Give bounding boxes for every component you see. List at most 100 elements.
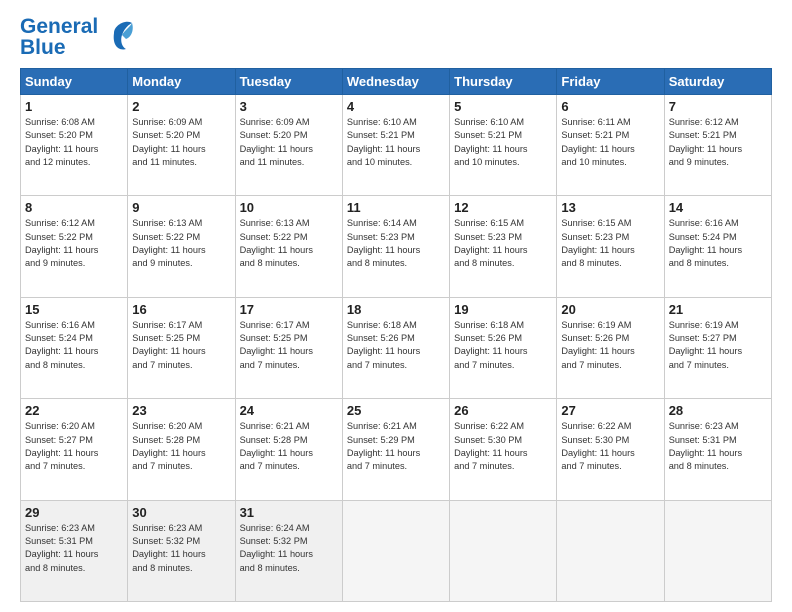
calendar-cell: 3 Sunrise: 6:09 AM Sunset: 5:20 PM Daylig… [235, 95, 342, 196]
header-monday: Monday [128, 69, 235, 95]
header-wednesday: Wednesday [342, 69, 449, 95]
calendar-cell: 17 Sunrise: 6:17 AM Sunset: 5:25 PM Dayli… [235, 297, 342, 398]
day-info: Sunrise: 6:12 AM Sunset: 5:21 PM Dayligh… [669, 116, 767, 169]
calendar-cell: 12 Sunrise: 6:15 AM Sunset: 5:23 PM Dayli… [450, 196, 557, 297]
calendar-cell: 31 Sunrise: 6:24 AM Sunset: 5:32 PM Dayli… [235, 500, 342, 601]
day-number: 11 [347, 200, 445, 215]
day-info: Sunrise: 6:10 AM Sunset: 5:21 PM Dayligh… [454, 116, 552, 169]
day-number: 7 [669, 99, 767, 114]
day-number: 31 [240, 505, 338, 520]
header: General Blue [20, 16, 772, 58]
calendar-cell: 6 Sunrise: 6:11 AM Sunset: 5:21 PM Daylig… [557, 95, 664, 196]
calendar-cell: 16Sunrise: 6:17 AM Sunset: 5:25 PM Dayli… [128, 297, 235, 398]
calendar-cell: 21 Sunrise: 6:19 AM Sunset: 5:27 PM Dayli… [664, 297, 771, 398]
day-number: 2 [132, 99, 230, 114]
calendar-cell [664, 500, 771, 601]
calendar-cell: 1 Sunrise: 6:08 AM Sunset: 5:20 PM Daylig… [21, 95, 128, 196]
calendar-cell: 4 Sunrise: 6:10 AM Sunset: 5:21 PM Daylig… [342, 95, 449, 196]
day-info: Sunrise: 6:23 AM Sunset: 5:32 PM Dayligh… [132, 522, 230, 575]
day-number: 12 [454, 200, 552, 215]
day-number: 8 [25, 200, 123, 215]
calendar: SundayMondayTuesdayWednesdayThursdayFrid… [20, 68, 772, 602]
calendar-cell: 10Sunrise: 6:13 AM Sunset: 5:22 PM Dayli… [235, 196, 342, 297]
day-number: 29 [25, 505, 123, 520]
day-number: 28 [669, 403, 767, 418]
day-info: Sunrise: 6:21 AM Sunset: 5:29 PM Dayligh… [347, 420, 445, 473]
header-sunday: Sunday [21, 69, 128, 95]
day-info: Sunrise: 6:15 AM Sunset: 5:23 PM Dayligh… [561, 217, 659, 270]
calendar-header-row: SundayMondayTuesdayWednesdayThursdayFrid… [21, 69, 772, 95]
day-number: 9 [132, 200, 230, 215]
calendar-cell: 9 Sunrise: 6:13 AM Sunset: 5:22 PM Daylig… [128, 196, 235, 297]
day-info: Sunrise: 6:15 AM Sunset: 5:23 PM Dayligh… [454, 217, 552, 270]
day-info: Sunrise: 6:23 AM Sunset: 5:31 PM Dayligh… [669, 420, 767, 473]
day-info: Sunrise: 6:22 AM Sunset: 5:30 PM Dayligh… [561, 420, 659, 473]
day-number: 23 [132, 403, 230, 418]
logo-general: General [20, 16, 98, 37]
day-number: 4 [347, 99, 445, 114]
day-number: 20 [561, 302, 659, 317]
day-info: Sunrise: 6:13 AM Sunset: 5:22 PM Dayligh… [132, 217, 230, 270]
day-number: 27 [561, 403, 659, 418]
calendar-cell: 13Sunrise: 6:15 AM Sunset: 5:23 PM Dayli… [557, 196, 664, 297]
calendar-cell [342, 500, 449, 601]
day-info: Sunrise: 6:24 AM Sunset: 5:32 PM Dayligh… [240, 522, 338, 575]
header-thursday: Thursday [450, 69, 557, 95]
logo-blue: Blue [20, 37, 98, 58]
day-number: 22 [25, 403, 123, 418]
day-info: Sunrise: 6:20 AM Sunset: 5:28 PM Dayligh… [132, 420, 230, 473]
calendar-week-4: 22Sunrise: 6:20 AM Sunset: 5:27 PM Dayli… [21, 399, 772, 500]
day-info: Sunrise: 6:19 AM Sunset: 5:27 PM Dayligh… [669, 319, 767, 372]
day-number: 21 [669, 302, 767, 317]
day-info: Sunrise: 6:17 AM Sunset: 5:25 PM Dayligh… [132, 319, 230, 372]
day-info: Sunrise: 6:09 AM Sunset: 5:20 PM Dayligh… [240, 116, 338, 169]
day-info: Sunrise: 6:12 AM Sunset: 5:22 PM Dayligh… [25, 217, 123, 270]
calendar-cell: 29 Sunrise: 6:23 AM Sunset: 5:31 PM Dayli… [21, 500, 128, 601]
calendar-cell: 26 Sunrise: 6:22 AM Sunset: 5:30 PM Dayli… [450, 399, 557, 500]
day-number: 26 [454, 403, 552, 418]
day-info: Sunrise: 6:17 AM Sunset: 5:25 PM Dayligh… [240, 319, 338, 372]
day-number: 1 [25, 99, 123, 114]
day-info: Sunrise: 6:09 AM Sunset: 5:20 PM Dayligh… [132, 116, 230, 169]
calendar-cell: 14Sunrise: 6:16 AM Sunset: 5:24 PM Dayli… [664, 196, 771, 297]
day-info: Sunrise: 6:19 AM Sunset: 5:26 PM Dayligh… [561, 319, 659, 372]
day-info: Sunrise: 6:22 AM Sunset: 5:30 PM Dayligh… [454, 420, 552, 473]
day-info: Sunrise: 6:13 AM Sunset: 5:22 PM Dayligh… [240, 217, 338, 270]
header-friday: Friday [557, 69, 664, 95]
logo-bird-icon [104, 15, 134, 58]
day-info: Sunrise: 6:10 AM Sunset: 5:21 PM Dayligh… [347, 116, 445, 169]
day-info: Sunrise: 6:21 AM Sunset: 5:28 PM Dayligh… [240, 420, 338, 473]
header-tuesday: Tuesday [235, 69, 342, 95]
calendar-cell: 19Sunrise: 6:18 AM Sunset: 5:26 PM Dayli… [450, 297, 557, 398]
calendar-cell: 18Sunrise: 6:18 AM Sunset: 5:26 PM Dayli… [342, 297, 449, 398]
calendar-cell: 15Sunrise: 6:16 AM Sunset: 5:24 PM Dayli… [21, 297, 128, 398]
day-info: Sunrise: 6:08 AM Sunset: 5:20 PM Dayligh… [25, 116, 123, 169]
day-number: 30 [132, 505, 230, 520]
calendar-week-1: 1 Sunrise: 6:08 AM Sunset: 5:20 PM Daylig… [21, 95, 772, 196]
day-info: Sunrise: 6:11 AM Sunset: 5:21 PM Dayligh… [561, 116, 659, 169]
calendar-cell: 24 Sunrise: 6:21 AM Sunset: 5:28 PM Dayli… [235, 399, 342, 500]
page: General Blue SundayMondayTuesdayWednesda… [0, 0, 792, 612]
day-number: 17 [240, 302, 338, 317]
day-number: 14 [669, 200, 767, 215]
calendar-cell: 2 Sunrise: 6:09 AM Sunset: 5:20 PM Daylig… [128, 95, 235, 196]
day-number: 25 [347, 403, 445, 418]
calendar-cell: 23 Sunrise: 6:20 AM Sunset: 5:28 PM Dayli… [128, 399, 235, 500]
calendar-cell: 28 Sunrise: 6:23 AM Sunset: 5:31 PM Dayli… [664, 399, 771, 500]
calendar-cell [557, 500, 664, 601]
calendar-cell: 25 Sunrise: 6:21 AM Sunset: 5:29 PM Dayli… [342, 399, 449, 500]
day-info: Sunrise: 6:23 AM Sunset: 5:31 PM Dayligh… [25, 522, 123, 575]
day-info: Sunrise: 6:16 AM Sunset: 5:24 PM Dayligh… [25, 319, 123, 372]
calendar-cell: 7 Sunrise: 6:12 AM Sunset: 5:21 PM Daylig… [664, 95, 771, 196]
calendar-cell: 30 Sunrise: 6:23 AM Sunset: 5:32 PM Dayli… [128, 500, 235, 601]
day-number: 3 [240, 99, 338, 114]
calendar-cell: 20 Sunrise: 6:19 AM Sunset: 5:26 PM Dayli… [557, 297, 664, 398]
day-number: 6 [561, 99, 659, 114]
calendar-cell: 11 Sunrise: 6:14 AM Sunset: 5:23 PM Dayli… [342, 196, 449, 297]
day-info: Sunrise: 6:18 AM Sunset: 5:26 PM Dayligh… [347, 319, 445, 372]
day-info: Sunrise: 6:18 AM Sunset: 5:26 PM Dayligh… [454, 319, 552, 372]
calendar-week-2: 8 Sunrise: 6:12 AM Sunset: 5:22 PM Daylig… [21, 196, 772, 297]
day-number: 24 [240, 403, 338, 418]
day-info: Sunrise: 6:14 AM Sunset: 5:23 PM Dayligh… [347, 217, 445, 270]
logo: General Blue [20, 16, 134, 58]
